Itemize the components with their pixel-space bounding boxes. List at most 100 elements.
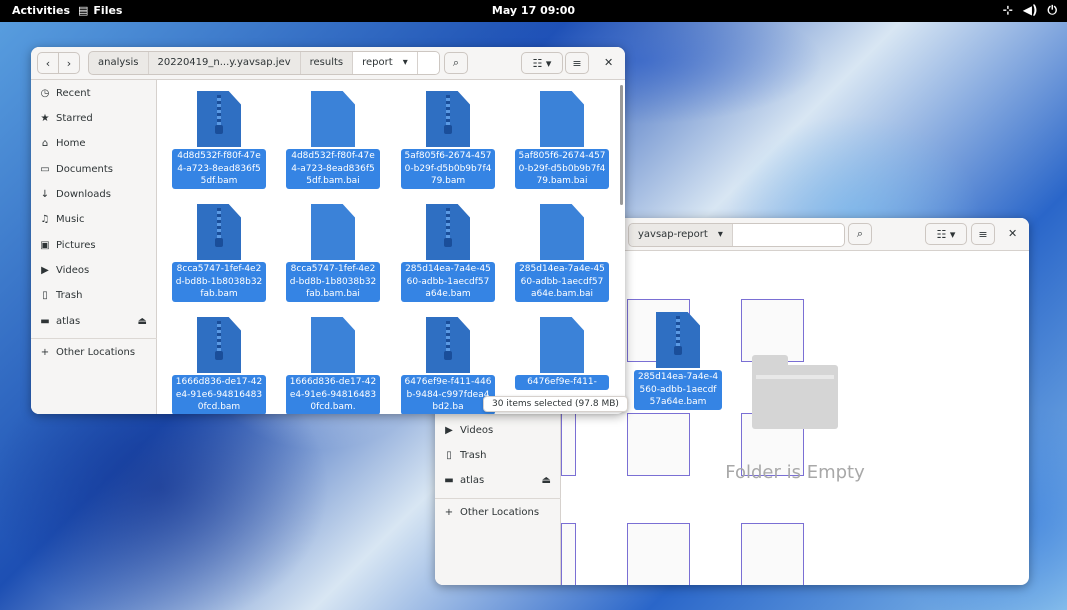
file-label: 1666d836-de17-42e4-91e6-948164830fcd.bam [172, 375, 266, 414]
front-files-window[interactable]: ‹ › analysis 20220419_n...y.yavsap.jev r… [31, 47, 625, 414]
drive-icon: ▬ [444, 475, 454, 486]
archive-file-icon [197, 91, 241, 147]
back-sidebar: ▶ Videos ▯ Trash ▬ atlas ⏏ + Other Locat… [435, 408, 561, 585]
download-icon: ↓ [40, 189, 50, 200]
plus-icon: + [444, 507, 454, 518]
hamburger-icon: ≡ [572, 56, 582, 70]
archive-file-icon [197, 317, 241, 373]
search-button[interactable]: ⌕ [444, 52, 468, 74]
network-icon: ⊹ [1002, 3, 1013, 17]
view-toggle-button[interactable]: ☷ ▾ [925, 223, 967, 245]
document-file-icon [311, 204, 355, 260]
sidebar: ◷ Recent ★ Starred ⌂ Home ▭ Documents ↓ Downl… [31, 80, 157, 414]
archive-file-icon [426, 317, 470, 373]
clock[interactable]: May 17 09:00 [0, 4, 1067, 17]
breadcrumb-run[interactable]: 20220419_n...y.yavsap.jev [149, 52, 301, 74]
sidebar-item-other-locations[interactable]: + Other Locations [435, 500, 561, 525]
file-item[interactable]: 285d14ea-7a4e-4560-adbb-1aecdf57a64e.bam… [512, 204, 612, 302]
file-label: 285d14ea-7a4e-4560-adbb-1aecdf57a64e.bam [401, 262, 495, 302]
eject-icon[interactable]: ⏏ [542, 475, 551, 486]
breadcrumb-analysis[interactable]: analysis [89, 52, 149, 74]
eject-icon[interactable]: ⏏ [138, 316, 147, 327]
file-item[interactable]: 5af805f6-2674-4570-b29f-d5b0b9b7f479.bam… [512, 91, 612, 189]
scrollbar[interactable] [620, 85, 623, 205]
file-item[interactable]: 1666d836-de17-42e4-91e6-948164830fcd.bam [169, 317, 269, 414]
file-item[interactable]: 8cca5747-1fef-4e2d-bd8b-1b8038b32fab.bam… [283, 204, 383, 302]
drop-placeholder [741, 523, 804, 585]
drop-placeholder [741, 299, 804, 362]
sidebar-separator [31, 338, 157, 339]
archive-file-icon [426, 91, 470, 147]
sidebar-item-other-locations[interactable]: + Other Locations [31, 340, 157, 365]
hamburger-icon: ≡ [978, 227, 988, 241]
search-icon: ⌕ [452, 56, 460, 69]
back-button[interactable]: ‹ [37, 52, 59, 74]
file-item[interactable]: 6476ef9e-f411- [512, 317, 612, 390]
star-icon: ★ [40, 113, 50, 124]
empty-folder-text: Folder is Empty [725, 462, 865, 483]
sidebar-item-atlas[interactable]: ▬ atlas ⏏ [31, 309, 157, 334]
sidebar-item-home[interactable]: ⌂ Home [31, 131, 157, 156]
file-label: 1666d836-de17-42e4-91e6-948164830fcd.bam… [286, 375, 380, 414]
file-item[interactable]: 4d8d532f-f80f-47e4-a723-8ead836f55df.bam [169, 91, 269, 189]
music-icon: ♫ [40, 214, 50, 225]
back-breadcrumb: yavsap-report ▾ [628, 223, 845, 247]
file-item[interactable]: 8cca5747-1fef-4e2d-bd8b-1b8038b32fab.bam [169, 204, 269, 302]
plus-icon: + [40, 347, 50, 358]
breadcrumb-blank [732, 224, 844, 246]
sidebar-item-trash[interactable]: ▯ Trash [435, 443, 561, 468]
sidebar-item-recent[interactable]: ◷ Recent [31, 81, 157, 106]
top-bar: Activities ▤ Files May 17 09:00 ⊹ ◀) ⏻ [0, 0, 1067, 22]
sidebar-item-videos[interactable]: ▶ Videos [31, 258, 157, 283]
menu-button[interactable]: ≡ [565, 52, 589, 74]
file-label: 6476ef9e-f411- [515, 375, 609, 390]
breadcrumb-report[interactable]: report ▾ [353, 52, 418, 74]
sidebar-item-videos[interactable]: ▶ Videos [435, 418, 561, 443]
file-grid: 4d8d532f-f80f-47e4-a723-8ead836f55df.bam… [158, 80, 625, 414]
document-file-icon [540, 204, 584, 260]
video-icon: ▶ [445, 425, 453, 436]
menu-button[interactable]: ≡ [971, 223, 995, 245]
volume-icon: ◀) [1022, 3, 1038, 17]
file-label: 6476ef9e-f411-446b-9484-c997fdea4bd2.ba [401, 375, 495, 414]
document-icon: ▭ [40, 164, 50, 175]
file-label: 8cca5747-1fef-4e2d-bd8b-1b8038b32fab.bam… [286, 262, 380, 302]
file-item[interactable]: 285d14ea-7a4e-4560-adbb-1aecdf57a64e.bam [398, 204, 498, 302]
sidebar-item-music[interactable]: ♫ Music [31, 207, 157, 232]
document-file-icon [311, 91, 355, 147]
sidebar-item-pictures[interactable]: ▣ Pictures [31, 233, 157, 258]
sidebar-item-starred[interactable]: ★ Starred [31, 106, 157, 131]
file-label: 4d8d532f-f80f-47e4-a723-8ead836f55df.bam [172, 149, 266, 189]
document-file-icon [540, 91, 584, 147]
sidebar-item-documents[interactable]: ▭ Documents [31, 157, 157, 182]
breadcrumb-results[interactable]: results [301, 52, 354, 74]
header-bar: ‹ › analysis 20220419_n...y.yavsap.jev r… [31, 47, 625, 80]
power-icon: ⏻ [1047, 3, 1058, 17]
sidebar-item-downloads[interactable]: ↓ Downloads [31, 182, 157, 207]
sidebar-item-trash[interactable]: ▯ Trash [31, 283, 157, 308]
system-tray[interactable]: ⊹ ◀) ⏻ [1003, 3, 1057, 18]
chevron-left-icon: ‹ [45, 56, 51, 70]
file-label: 285d14ea-7a4e-4560-adbb-1aecdf57a64e.bam… [515, 262, 609, 302]
drop-placeholder [627, 413, 690, 476]
document-file-icon [540, 317, 584, 373]
sidebar-separator [435, 498, 561, 499]
view-toggle-button[interactable]: ☷ ▾ [521, 52, 563, 74]
home-icon: ⌂ [41, 138, 49, 149]
selection-status: 30 items selected (97.8 MB) [483, 396, 628, 412]
forward-button[interactable]: › [58, 52, 80, 74]
breadcrumb-yavsap-report[interactable]: yavsap-report ▾ [629, 224, 733, 246]
file-item[interactable]: 5af805f6-2674-4570-b29f-d5b0b9b7f479.bam [398, 91, 498, 189]
search-button[interactable]: ⌕ [848, 223, 872, 245]
video-icon: ▶ [41, 265, 49, 276]
dragged-file[interactable]: 285d14ea-7a4e-4560-adbb-1aecdf57a64e.bam [628, 312, 728, 410]
document-file-icon [311, 317, 355, 373]
file-item[interactable]: 4d8d532f-f80f-47e4-a723-8ead836f55df.bam… [283, 91, 383, 189]
close-icon[interactable]: ✕ [1008, 227, 1017, 240]
chevron-right-icon: › [66, 56, 72, 70]
file-item[interactable]: 1666d836-de17-42e4-91e6-948164830fcd.bam… [283, 317, 383, 414]
close-icon[interactable]: ✕ [604, 56, 613, 69]
archive-file-icon [197, 204, 241, 260]
file-label: 285d14ea-7a4e-4560-adbb-1aecdf57a64e.bam [634, 370, 722, 410]
sidebar-item-atlas[interactable]: ▬ atlas ⏏ [435, 468, 561, 493]
